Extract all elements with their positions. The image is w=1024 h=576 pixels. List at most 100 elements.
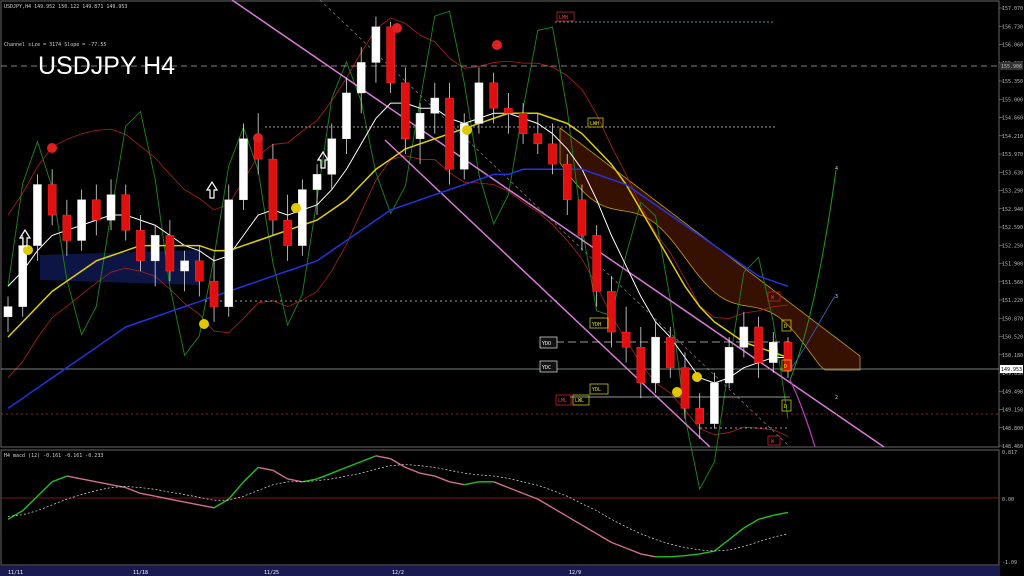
candle-body — [283, 219, 292, 246]
candle-body — [150, 235, 160, 262]
current-price-tag: 149.953 — [1000, 365, 1023, 373]
wave-label-3: 3 — [835, 294, 838, 300]
candle-body — [180, 260, 189, 272]
price-tick-label: 154.210 — [1002, 134, 1023, 140]
macd-tick-label: 0.817 — [1002, 450, 1017, 456]
price-tick-label: 152.590 — [1002, 225, 1023, 231]
candle-body — [754, 326, 763, 363]
price-tick-label: 151.220 — [1002, 298, 1023, 304]
candle-body — [533, 133, 543, 145]
macd-title: H4 macd (12) -0.161 -0.161 -0.233 — [4, 453, 103, 459]
candle-body — [768, 341, 778, 363]
d1-label: D — [784, 324, 787, 330]
price-tick-label: 155.000 — [1002, 97, 1023, 103]
candle-body — [33, 184, 42, 246]
forex-chart: LMH LWH YDH YDO YDC YDL LML LWL W W D D … — [0, 0, 1024, 576]
candle — [445, 82, 454, 185]
level-box-ydc: YDC — [539, 360, 558, 373]
macd-tick-label: 0.00 — [1002, 497, 1014, 503]
reference-price-tag: 155.906 — [1000, 62, 1023, 70]
time-axis-bar — [0, 566, 1000, 576]
candle-body — [445, 97, 454, 170]
lwl-label: LWL — [575, 398, 584, 404]
header-quote: USDJPY,H4 149.952 150.122 149.871 149.95… — [4, 4, 127, 10]
price-tick-label: 149.490 — [1002, 389, 1023, 395]
candle-body — [298, 189, 307, 246]
candle-body — [165, 235, 175, 272]
ydh-label: YDH — [592, 322, 601, 328]
price-tick-label: 156.060 — [1002, 43, 1023, 49]
candle-body — [209, 280, 219, 307]
price-tick-label: 150.180 — [1002, 353, 1023, 359]
candle-body — [636, 347, 646, 384]
candle-body — [724, 347, 734, 384]
macd-tick-label: -1.09 — [1002, 560, 1017, 566]
fractal-down-marker — [291, 203, 301, 213]
candle — [224, 184, 234, 317]
lmh-label: LMH — [559, 15, 568, 21]
fractal-up-marker — [492, 40, 502, 50]
candle-body — [562, 163, 572, 201]
wave-label-4: 4 — [835, 166, 838, 172]
candle-body — [121, 194, 131, 231]
price-tick-label: 155.350 — [1002, 79, 1023, 85]
candle-body — [327, 138, 337, 175]
candle-body — [665, 336, 675, 368]
candle-body — [474, 82, 484, 124]
channel-info: Channel size = 3174 Slope = -77.55 — [4, 42, 106, 48]
candle-body — [106, 194, 116, 221]
candle-body — [548, 143, 557, 165]
candle-body — [504, 107, 513, 114]
price-tick-label: 151.560 — [1002, 280, 1023, 286]
candle — [298, 179, 307, 256]
candle-body — [92, 199, 101, 221]
candle-body — [268, 158, 278, 221]
candle-body — [577, 199, 587, 236]
symbol-title: USDJPY H4 — [38, 52, 175, 80]
candle-body — [680, 367, 690, 409]
price-tick-label: 148.800 — [1002, 426, 1023, 432]
time-tick-label: 11/11 — [8, 570, 23, 576]
lwh-label: LWH — [590, 121, 599, 127]
candle-body — [415, 113, 425, 139]
fractal-down-marker — [199, 319, 209, 329]
price-tick-label: 152.250 — [1002, 243, 1023, 249]
fractal-down-marker — [462, 125, 472, 135]
candle-body — [77, 199, 86, 241]
price-tick-label: 150.870 — [1002, 316, 1023, 322]
d3-label: D — [784, 404, 787, 410]
d2-label: D — [784, 364, 787, 370]
candle-body — [3, 306, 13, 318]
candle-body — [621, 331, 631, 348]
price-tick-label: 153.970 — [1002, 152, 1023, 158]
current-price-label: 149.953 — [1001, 367, 1022, 373]
candle-body — [651, 336, 660, 384]
ydl-label: YDL — [592, 387, 601, 393]
fractal-down-marker — [672, 387, 682, 397]
wave-label-2: 2 — [835, 395, 838, 401]
candle-body — [739, 326, 749, 348]
candle-body — [401, 82, 410, 139]
price-tick-label: 156.730 — [1002, 24, 1023, 30]
price-tick-label: 151.900 — [1002, 262, 1023, 268]
candle-body — [342, 92, 351, 139]
price-tick-label: 150.520 — [1002, 335, 1023, 341]
candle-body — [312, 174, 322, 190]
candle-body — [695, 408, 704, 424]
candle-body — [710, 382, 719, 424]
candle-body — [224, 199, 234, 307]
candle-body — [430, 97, 440, 114]
price-tick-label: 152.940 — [1002, 207, 1023, 213]
fractal-down-marker — [692, 372, 702, 382]
ydc-label: YDC — [542, 365, 551, 371]
price-tick-label: 154.660 — [1002, 116, 1023, 122]
candle-body — [18, 245, 28, 307]
price-tick-label: 153.630 — [1002, 170, 1023, 176]
candle-body — [592, 235, 601, 292]
candle-body — [62, 214, 72, 241]
candle-body — [386, 26, 395, 84]
candle-body — [356, 62, 366, 94]
candle-body — [518, 113, 528, 134]
candle-body — [195, 260, 204, 282]
level-box-ydo: YDO — [539, 336, 558, 349]
